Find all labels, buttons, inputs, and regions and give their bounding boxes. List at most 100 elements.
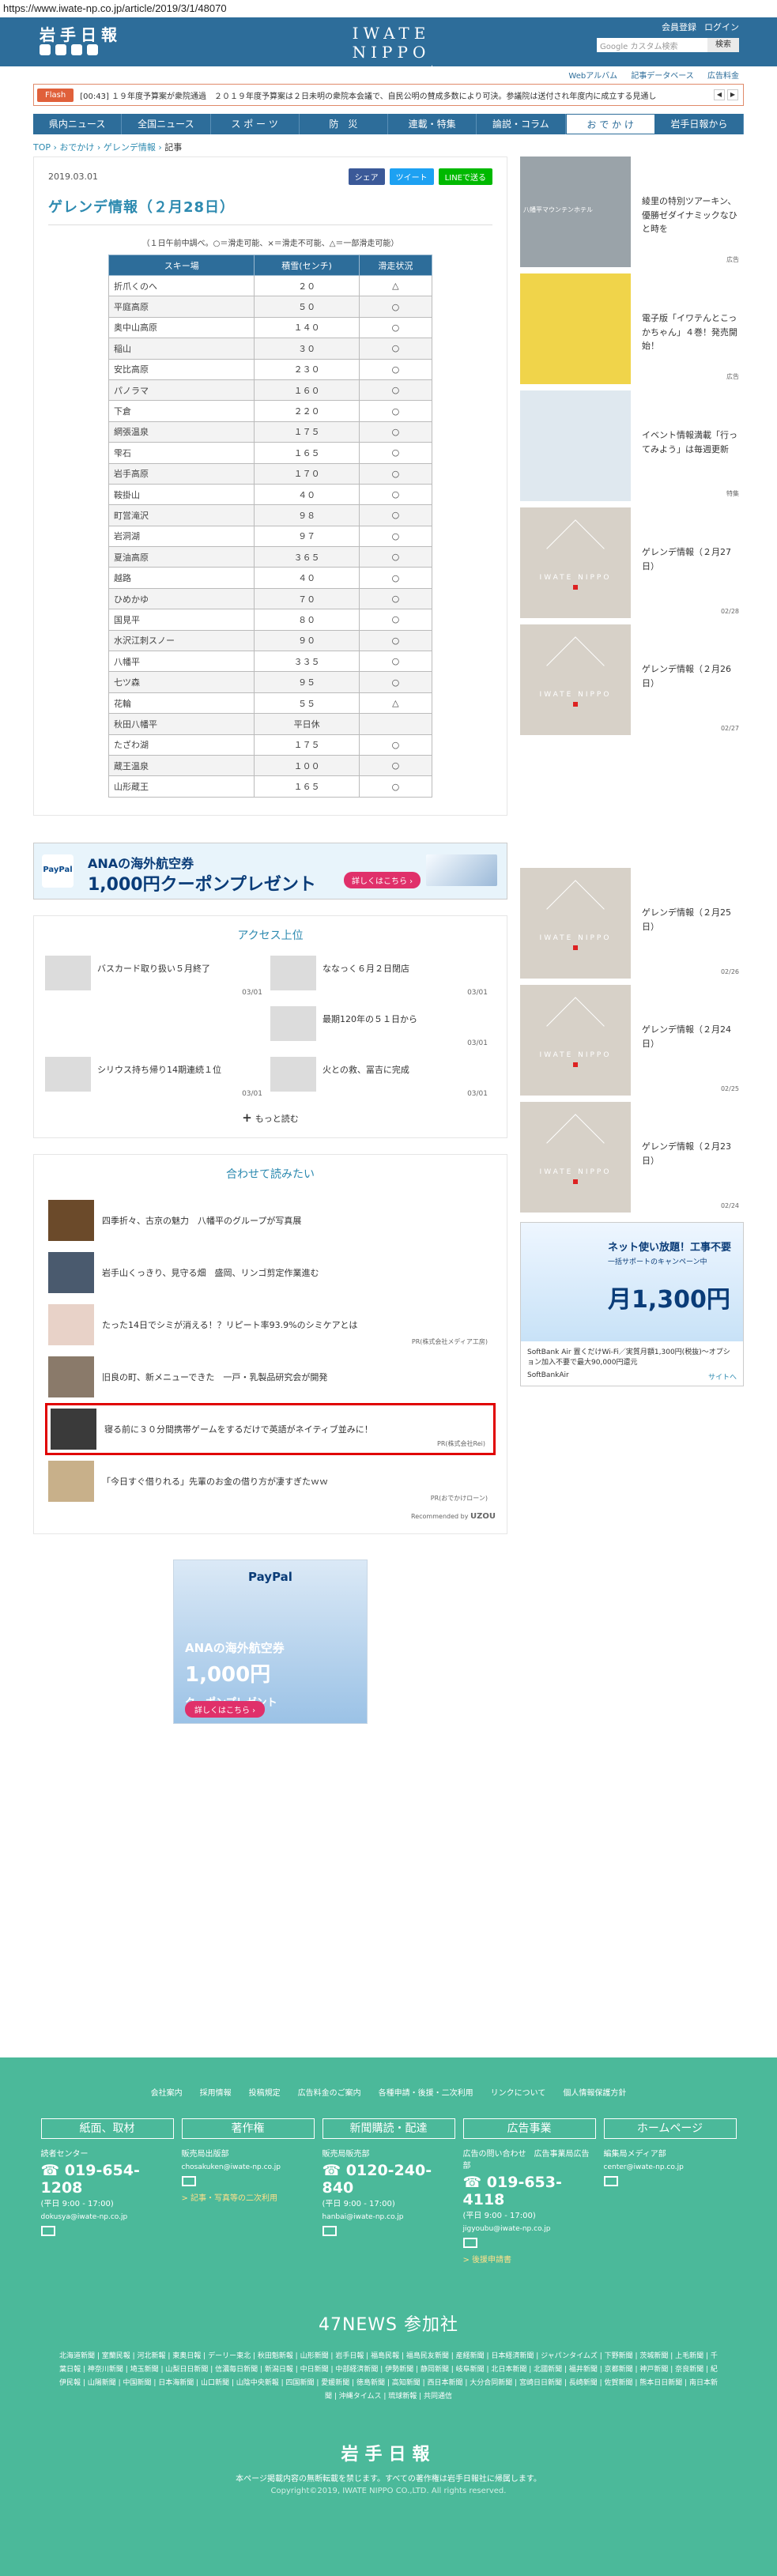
sidebar-item[interactable]: イベント情報満載「行ってみよう」は毎週更新 特集	[520, 390, 744, 501]
sidebar-item[interactable]: IWATE NIPPO ゲレンデ情報（２月27日） 02/28	[520, 507, 744, 618]
mail-icon[interactable]	[603, 2176, 618, 2186]
snow-depth: １６５	[254, 442, 360, 464]
twitter-icon[interactable]	[40, 44, 51, 55]
flash-text[interactable]: [00:43] １９年度予算案が衆院通過 ２０１９年度予算案は２日未明の衆院本会…	[80, 89, 656, 101]
breadcrumb-gelande[interactable]: ゲレンデ情報	[104, 142, 156, 153]
list-item[interactable]: 「今日すぐ借りれる」先輩のお金の借り方が凄すぎたｗｗ PR(おでかけローン)	[45, 1455, 496, 1507]
list-item[interactable]: たった14日でシミが消える！？リピート率93.9%のシミケアとは PR(株式会社…	[45, 1299, 496, 1351]
site-logo[interactable]: 岩手日報	[40, 22, 122, 45]
list-item-title: 四季折々、古京の魅力 八幡平のグループが写真展	[102, 1215, 302, 1226]
list-item[interactable]: 岩手山くっきり、見守る畑 盛岡、リンゴ剪定作業進む	[45, 1247, 496, 1299]
secondary-use-link[interactable]: > 記事・写真等の二次利用	[182, 2191, 315, 2203]
footer-link-ad-rates[interactable]: 広告料金のご案内	[298, 2086, 361, 2098]
subnav-web-album[interactable]: Webアルバム	[568, 72, 617, 81]
breadcrumb-odekake[interactable]: おでかけ	[59, 142, 94, 153]
footer-link-privacy[interactable]: 個人情報保護方針	[563, 2086, 626, 2098]
flash-prev-icon[interactable]: ◀	[714, 89, 725, 100]
flash-next-icon[interactable]: ▶	[727, 89, 738, 100]
list-item[interactable]: バスカード取り扱い５月終了 03/01	[45, 955, 270, 1006]
read-more-button[interactable]: + もっと読む	[45, 1111, 496, 1125]
facebook-icon[interactable]	[55, 44, 66, 55]
recommend-powered[interactable]: Recommended by UZOU	[45, 1512, 496, 1521]
email-link[interactable]: hanbai@iwate-np.co.jp	[322, 2213, 455, 2221]
twitter-share-button[interactable]: ツイート	[389, 168, 434, 185]
url-bar[interactable]: https://www.iwate-np.co.jp/article/2019/…	[0, 0, 777, 17]
footer-link-recruit[interactable]: 採用情報	[200, 2086, 232, 2098]
footer-logo[interactable]: 岩手日報	[0, 2440, 777, 2465]
snow-depth: ３６５	[254, 546, 360, 568]
search-input[interactable]: Google カスタム検索	[597, 38, 707, 52]
login-link[interactable]: ログイン	[704, 21, 739, 33]
slide-status: ○	[358, 775, 433, 798]
nav-odekake[interactable]: お で か け	[565, 114, 655, 134]
nav-disaster[interactable]: 防 災	[300, 114, 388, 134]
email-link[interactable]: chosakuken@iwate-np.co.jp	[182, 2163, 315, 2171]
nav-series[interactable]: 連載・特集	[388, 114, 477, 134]
sidebar-item[interactable]: 八幡平マウンテンホテル 綾里の特別ツアーキン、優勝ゼダイナミックなひと時を 広告	[520, 157, 744, 267]
mail-icon[interactable]	[322, 2226, 337, 2236]
footer-link-linking[interactable]: リンクについて	[491, 2086, 546, 2098]
ad-site-link[interactable]: サイトへ	[708, 1371, 737, 1382]
paypal-ad-banner[interactable]: PayPal ANAの海外航空券 1,000円クーポンプレゼント 詳しくはこちら…	[33, 842, 507, 900]
nav-editorial[interactable]: 論説・コラム	[477, 114, 566, 134]
ad-detail-button[interactable]: 詳しくはこちら ›	[344, 871, 421, 888]
paypal-bottom-ad[interactable]: PayPal ANAの海外航空券 1,000円クーポンプレゼント 詳しくはこちら…	[173, 1559, 368, 1724]
ski-area-name: 七ツ森	[107, 671, 255, 693]
footer-col-label: 販売局出版部	[181, 2150, 229, 2159]
slide-status	[358, 713, 433, 735]
list-item[interactable]: ななっく６月２日閉店 03/01	[270, 955, 496, 1006]
member-register-link[interactable]: 会員登録	[662, 21, 696, 33]
snow-depth: １００	[254, 754, 360, 777]
center-logo[interactable]: IWATE NIPPO 2019.03.02. 土	[316, 24, 466, 76]
sidebar-item[interactable]: 電子版「イワテんとこっかちゃん」４巻！発売開始！ 広告	[520, 273, 744, 384]
article-note: （１日午前中調べ。○＝滑走可能、×＝滑走不可能、△＝一部滑走可能）	[141, 239, 399, 248]
list-item[interactable]: 四季折々、古京の魅力 八幡平のグループが写真展	[45, 1194, 496, 1247]
list-item-highlighted[interactable]: 寝る前に３０分間携帯ゲームをするだけで英語がネイティブ並みに！ PR(株式会社R…	[45, 1402, 496, 1455]
footer-link-applications[interactable]: 各種申請・後援・二次利用	[379, 2086, 473, 2098]
list-item[interactable]: 火との救、冨吉に完成 03/01	[270, 1056, 496, 1107]
phone-number[interactable]: ☎ 019-654-1208	[41, 2162, 174, 2197]
paypal-logo: PayPal	[248, 1569, 292, 1584]
line-icon[interactable]	[71, 44, 82, 55]
mail-icon[interactable]	[181, 2176, 196, 2186]
footer-link-company[interactable]: 会社案内	[151, 2086, 183, 2098]
sidebar-item[interactable]: IWATE NIPPO ゲレンデ情報（２月24日） 02/25	[520, 985, 744, 1096]
breadcrumb-top[interactable]: TOP	[33, 142, 51, 153]
ski-area-name: 折爪くのへ	[107, 274, 255, 297]
ski-area-name: 夏油高原	[107, 546, 255, 568]
article-title: ゲレンデ情報（２月28日）	[48, 190, 492, 225]
email-link[interactable]: dokusya@iwate-np.co.jp	[41, 2213, 174, 2221]
line-share-button[interactable]: LINEで送る	[438, 168, 492, 185]
footer-col-advertising: 広告事業 広告の問い合わせ 広告事業局広告部 ☎ 019-653-4118 (平…	[462, 2118, 596, 2265]
list-item[interactable]: 旧良の町、新メニューできた 一戸・乳製品研究会が開発	[45, 1351, 496, 1403]
47news-papers[interactable]: 北海道新聞 | 室蘭民報 | 河北新報 | 東奥日報 | デーリー東北 | 秋田…	[57, 2350, 721, 2404]
subnav-article-db[interactable]: 記事データベース	[631, 72, 694, 81]
sidebar-item[interactable]: IWATE NIPPO ゲレンデ情報（２月23日） 02/24	[520, 1102, 744, 1213]
phone-number[interactable]: ☎ 0120-240-840	[322, 2162, 455, 2197]
subnav-ad-rates[interactable]: 広告料金	[707, 72, 739, 81]
nav-national-news[interactable]: 全国ニュース	[122, 114, 211, 134]
thumbnail: IWATE NIPPO	[520, 1102, 631, 1213]
facebook-share-button[interactable]: シェア	[348, 168, 385, 185]
email-link[interactable]: center@iwate-np.co.jp	[604, 2163, 737, 2171]
nav-sports[interactable]: ス ポ ー ツ	[211, 114, 300, 134]
sidebar-item-title: ゲレンデ情報（２月27日）	[642, 547, 731, 571]
mail-icon[interactable]	[462, 2238, 477, 2248]
phone-number[interactable]: ☎ 019-653-4118	[463, 2174, 596, 2208]
sidebar-item[interactable]: IWATE NIPPO ゲレンデ情報（２月26日） 02/27	[520, 624, 744, 735]
nav-from-iwate-nippo[interactable]: 岩手日報から	[654, 114, 744, 134]
ad-detail-button[interactable]: 詳しくはこちら ›	[185, 1700, 266, 1718]
sidebar-item[interactable]: IWATE NIPPO ゲレンデ情報（２月25日） 02/26	[520, 868, 744, 979]
list-item[interactable]: 最期120年の５１日から 03/01	[270, 1005, 496, 1057]
sponsorship-link[interactable]: > 後援申請書	[463, 2253, 596, 2265]
nav-prefecture-news[interactable]: 県内ニュース	[33, 114, 123, 134]
softbank-ad[interactable]: ネット使い放題！工事不要 一括サポートのキャンペーン中 月1,300円 Soft…	[520, 1222, 744, 1386]
instagram-icon[interactable]	[87, 44, 98, 55]
mail-icon[interactable]	[40, 2226, 55, 2236]
ski-area-name: たざわ湖	[107, 734, 255, 756]
flash-nav: ◀ ▶	[714, 89, 738, 100]
footer-link-submission[interactable]: 投稿規定	[249, 2086, 281, 2098]
email-link[interactable]: jigyoubu@iwate-np.co.jp	[463, 2225, 596, 2233]
search-button[interactable]: 検索	[707, 38, 739, 52]
list-item[interactable]: シリウス持ち帰り14期連続１位 03/01	[45, 1056, 270, 1107]
